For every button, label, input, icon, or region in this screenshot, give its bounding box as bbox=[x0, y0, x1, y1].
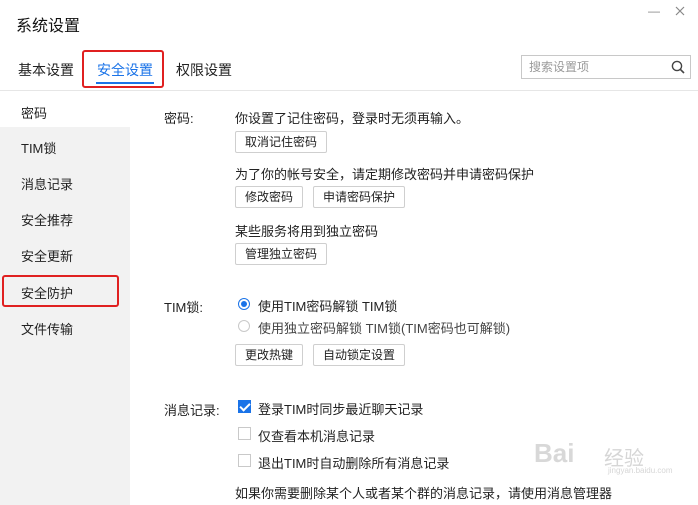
watermark-brand: Bai bbox=[534, 438, 575, 468]
close-icon bbox=[675, 6, 685, 16]
title-bar: 系统设置 — bbox=[0, 0, 698, 44]
manage-independent-password-button[interactable]: 管理独立密码 bbox=[235, 243, 327, 265]
search-icon[interactable] bbox=[671, 60, 685, 74]
sidebar-item-file-transfer[interactable]: 文件传输 bbox=[21, 319, 73, 338]
sidebar-highlight-box bbox=[2, 275, 119, 307]
tim-lock-option-label: 使用TIM密码解锁 TIM锁 bbox=[258, 299, 398, 314]
change-hotkey-button[interactable]: 更改热键 bbox=[235, 344, 303, 366]
password-section-label: 密码: bbox=[164, 111, 194, 126]
radio-unselected[interactable] bbox=[238, 320, 250, 332]
checkbox-checked[interactable] bbox=[238, 400, 251, 413]
close-button[interactable] bbox=[672, 4, 688, 18]
apply-password-protection-button[interactable]: 申请密码保护 bbox=[313, 186, 405, 208]
search-box[interactable] bbox=[521, 55, 691, 79]
sidebar-item-message-record[interactable]: 消息记录 bbox=[21, 174, 73, 193]
checkbox-unchecked[interactable] bbox=[238, 427, 251, 440]
sidebar-item-password[interactable]: 密码 bbox=[21, 103, 47, 122]
independent-password-tip: 某些服务将用到独立密码 bbox=[235, 224, 379, 239]
sidebar: 密码 TIM锁 消息记录 安全推荐 安全更新 安全防护 文件传输 bbox=[0, 91, 130, 505]
sidebar-item-security-recommend[interactable]: 安全推荐 bbox=[21, 210, 73, 229]
message-option-label: 仅查看本机消息记录 bbox=[258, 429, 376, 444]
cancel-remember-password-button[interactable]: 取消记住密码 bbox=[235, 131, 327, 153]
sidebar-selected-bg bbox=[0, 91, 130, 127]
message-option-label: 退出TIM时自动删除所有消息记录 bbox=[258, 456, 450, 471]
search-input[interactable] bbox=[529, 57, 669, 77]
sidebar-item-security-update[interactable]: 安全更新 bbox=[21, 246, 73, 265]
auto-lock-settings-button[interactable]: 自动锁定设置 bbox=[313, 344, 405, 366]
sidebar-item-tim-lock[interactable]: TIM锁 bbox=[21, 138, 56, 157]
tab-permission-settings[interactable]: 权限设置 bbox=[176, 60, 232, 80]
radio-selected[interactable] bbox=[238, 298, 250, 310]
change-password-button[interactable]: 修改密码 bbox=[235, 186, 303, 208]
tim-lock-section-label: TIM锁: bbox=[164, 300, 203, 315]
message-manager-tip: 如果你需要删除某个人或者某个群的消息记录，请使用消息管理器 bbox=[235, 486, 613, 501]
baidu-jingyan-watermark: Bai 经验 jingyan.baidu.com bbox=[534, 432, 672, 476]
tab-basic-settings[interactable]: 基本设置 bbox=[18, 60, 74, 80]
minimize-button[interactable]: — bbox=[646, 4, 662, 18]
password-security-tip: 为了你的帐号安全，请定期修改密码并申请密码保护 bbox=[235, 167, 535, 182]
watermark-url: jingyan.baidu.com bbox=[608, 466, 673, 475]
tab-highlight-box bbox=[82, 50, 164, 88]
message-record-section-label: 消息记录: bbox=[164, 403, 220, 418]
checkbox-unchecked[interactable] bbox=[238, 454, 251, 467]
password-remembered-text: 你设置了记住密码，登录时无须再输入。 bbox=[235, 111, 470, 126]
window-title: 系统设置 bbox=[16, 18, 81, 35]
tim-lock-option-label: 使用独立密码解锁 TIM锁(TIM密码也可解锁) bbox=[258, 321, 511, 336]
message-option-label: 登录TIM时同步最近聊天记录 bbox=[258, 402, 424, 417]
